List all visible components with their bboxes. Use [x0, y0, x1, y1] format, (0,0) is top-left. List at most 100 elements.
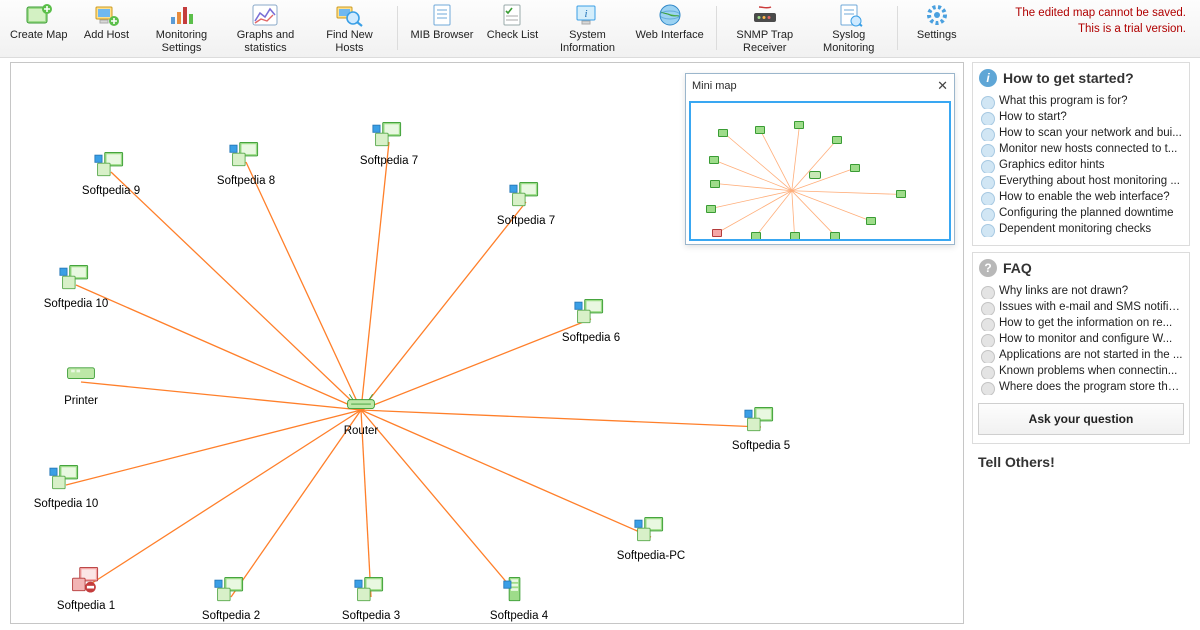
help-link[interactable]: Why links are not drawn?: [979, 283, 1183, 299]
panel-title: How to get started?: [1003, 70, 1134, 86]
node-label: Printer: [36, 395, 126, 407]
minimap-node: [850, 164, 860, 172]
system-info-button[interactable]: i System Information: [545, 0, 629, 56]
monitoring-icon: [166, 2, 196, 28]
create-map-button[interactable]: Create Map: [4, 0, 73, 56]
minimap-node: [710, 180, 720, 188]
globe-icon: [655, 2, 685, 28]
node-label: Softpedia 2: [186, 610, 276, 622]
gear-icon: [922, 2, 952, 28]
faq-panel: ?FAQ Why links are not drawn?Issues with…: [972, 252, 1190, 444]
network-node[interactable]: Printer: [36, 360, 126, 407]
panel-title: FAQ: [1003, 260, 1032, 276]
node-label: Softpedia 7: [481, 215, 571, 227]
minimap-viewport[interactable]: [689, 101, 951, 241]
minimap-node: [706, 205, 716, 213]
get-started-panel: i How to get started? What this program i…: [972, 62, 1190, 246]
snmp-trap-button[interactable]: SNMP Trap Receiver: [723, 0, 807, 56]
help-link[interactable]: How to enable the web interface?: [979, 189, 1183, 205]
find-hosts-button[interactable]: Find New Hosts: [307, 0, 391, 56]
map-add-icon: [24, 2, 54, 28]
node-label: Softpedia 4: [474, 610, 564, 622]
network-node[interactable]: Softpedia 7: [481, 180, 571, 227]
close-icon[interactable]: ✕: [937, 78, 948, 94]
tb-label: Create Map: [10, 29, 67, 42]
help-link[interactable]: Configuring the planned downtime: [979, 205, 1183, 221]
trial-warning: The edited map cannot be saved. This is …: [1015, 0, 1196, 37]
help-link[interactable]: How to monitor and configure W...: [979, 331, 1183, 347]
trial-line: This is a trial version.: [1015, 22, 1186, 38]
node-label: Softpedia 7: [344, 155, 434, 167]
minimap-node: [790, 232, 800, 240]
trial-line: The edited map cannot be saved.: [1015, 6, 1186, 22]
help-link[interactable]: Everything about host monitoring ...: [979, 173, 1183, 189]
tb-label: Add Host: [84, 29, 129, 42]
help-link[interactable]: Monitor new hosts connected to t...: [979, 141, 1183, 157]
help-link[interactable]: How to get the information on re...: [979, 315, 1183, 331]
minimap-title: Mini map: [692, 80, 737, 92]
help-link[interactable]: Applications are not started in the ...: [979, 347, 1183, 363]
settings-button[interactable]: Settings: [904, 0, 970, 56]
ask-question-button[interactable]: Ask your question: [978, 403, 1184, 435]
network-node[interactable]: Softpedia 8: [201, 140, 291, 187]
network-node[interactable]: Softpedia 10: [21, 463, 111, 510]
minimap-node: [832, 136, 842, 144]
svg-text:i: i: [585, 8, 588, 20]
network-node[interactable]: Softpedia 3: [326, 575, 416, 622]
help-link[interactable]: Graphics editor hints: [979, 157, 1183, 173]
help-link[interactable]: How to scan your network and bui...: [979, 125, 1183, 141]
network-node[interactable]: Softpedia 10: [31, 263, 121, 310]
node-label: Router: [316, 425, 406, 437]
minimap-window[interactable]: Mini map ✕: [685, 73, 955, 245]
tb-label: Settings: [917, 29, 957, 42]
help-link[interactable]: Where does the program store the ...: [979, 379, 1183, 395]
syslog-icon: [834, 2, 864, 28]
monitoring-settings-button[interactable]: Monitoring Settings: [139, 0, 223, 56]
tell-others-heading: Tell Others!: [972, 450, 1190, 470]
help-link[interactable]: Dependent monitoring checks: [979, 221, 1183, 237]
node-label: Softpedia 9: [66, 185, 156, 197]
syslog-button[interactable]: Syslog Monitoring: [807, 0, 891, 56]
network-node[interactable]: Softpedia-PC: [606, 515, 696, 562]
minimap-node: [896, 190, 906, 198]
node-label: Softpedia 8: [201, 175, 291, 187]
help-link[interactable]: Issues with e-mail and SMS notific...: [979, 299, 1183, 315]
toolbar-separator: [897, 6, 898, 50]
help-link[interactable]: How to start?: [979, 109, 1183, 125]
minimap-node: [755, 126, 765, 134]
tb-label: Syslog Monitoring: [813, 29, 885, 54]
tb-label: Graphs and statistics: [229, 29, 301, 54]
node-label: Softpedia 10: [31, 298, 121, 310]
network-node[interactable]: Softpedia 5: [716, 405, 806, 452]
toolbar-separator: [397, 6, 398, 50]
minimap-node: [712, 229, 722, 237]
network-node[interactable]: Softpedia 2: [186, 575, 276, 622]
network-node[interactable]: Softpedia 6: [546, 297, 636, 344]
minimap-node: [830, 232, 840, 240]
tb-label: Find New Hosts: [313, 29, 385, 54]
help-sidebar: i How to get started? What this program i…: [972, 62, 1190, 624]
network-node[interactable]: Softpedia 7: [344, 120, 434, 167]
check-list-button[interactable]: Check List: [479, 0, 545, 56]
node-label: Softpedia 10: [21, 498, 111, 510]
minimap-node: [794, 121, 804, 129]
network-node[interactable]: Softpedia 9: [66, 150, 156, 197]
node-label: Softpedia 3: [326, 610, 416, 622]
web-interface-button[interactable]: Web Interface: [629, 0, 709, 56]
minimap-node: [709, 156, 719, 164]
tb-label: Monitoring Settings: [145, 29, 217, 54]
info-icon: i: [979, 69, 997, 87]
network-map-canvas[interactable]: Mini map ✕ Router Softpedia 9 Softpedia 8 S…: [10, 62, 964, 624]
network-node[interactable]: Softpedia 1: [41, 565, 131, 612]
tb-label: SNMP Trap Receiver: [729, 29, 801, 54]
network-node[interactable]: Router: [316, 390, 406, 437]
network-node[interactable]: Softpedia 4: [474, 575, 564, 622]
mib-browser-button[interactable]: MIB Browser: [404, 0, 479, 56]
search-host-icon: [334, 2, 364, 28]
help-link[interactable]: What this program is for?: [979, 93, 1183, 109]
add-host-button[interactable]: Add Host: [73, 0, 139, 56]
help-link[interactable]: Known problems when connectin...: [979, 363, 1183, 379]
graphs-button[interactable]: Graphs and statistics: [223, 0, 307, 56]
minimap-node: [751, 232, 761, 240]
node-label: Softpedia 5: [716, 440, 806, 452]
